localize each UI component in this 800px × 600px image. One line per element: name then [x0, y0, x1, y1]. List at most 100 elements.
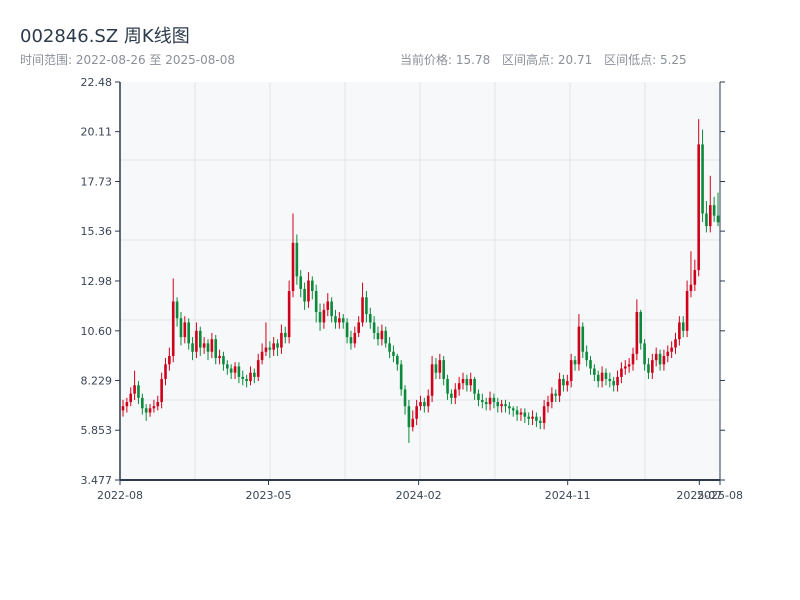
candle-body: [426, 395, 430, 407]
candle-body: [554, 393, 558, 396]
candle-body: [210, 339, 214, 352]
candle-body: [148, 408, 152, 413]
candle-body: [473, 378, 476, 394]
candle-body: [141, 397, 144, 409]
candle-body: [326, 301, 330, 310]
candle-body: [558, 378, 561, 396]
candle-body: [566, 381, 569, 386]
candle-body: [538, 420, 542, 423]
candle-body: [229, 368, 233, 373]
y-tick-label: 22.48: [81, 76, 113, 89]
candle-body: [415, 406, 418, 419]
candle-body: [716, 215, 720, 223]
candle-body: [291, 242, 295, 292]
candle-body: [465, 378, 469, 386]
candle-body: [206, 343, 210, 352]
candle-body: [631, 353, 635, 365]
candle-body: [643, 343, 646, 365]
candle-body: [697, 144, 700, 271]
candle-body: [515, 410, 519, 415]
candle-body: [500, 404, 503, 407]
candle-body: [334, 316, 337, 323]
candle-body: [446, 378, 449, 394]
candle-body: [314, 291, 318, 312]
candle-body: [322, 309, 326, 323]
candle-body: [392, 351, 395, 356]
candle-body: [488, 397, 492, 405]
candle-body: [596, 374, 600, 382]
x-tick-label: 2022-08: [97, 489, 143, 502]
candle-body: [253, 372, 256, 377]
candle-body: [589, 360, 592, 369]
candle-body: [195, 330, 198, 352]
candle-body: [276, 343, 279, 348]
x-tick-label: 2025-08: [697, 489, 743, 502]
x-tick-label: 2023-05: [246, 489, 292, 502]
candle-body: [307, 280, 310, 302]
candle-body: [283, 332, 287, 338]
candle-body: [453, 389, 457, 398]
candle-body: [469, 378, 473, 386]
candle-body: [685, 291, 689, 331]
candle-body: [450, 393, 453, 398]
candle-body: [164, 364, 167, 379]
candle-body: [361, 297, 364, 323]
candle-body: [585, 351, 588, 361]
candle-body: [573, 360, 577, 365]
candle-body: [708, 205, 712, 227]
candle-body: [670, 347, 673, 352]
y-tick-label: 5.853: [81, 424, 113, 437]
candle-body: [546, 402, 550, 407]
y-tick-label: 15.36: [81, 225, 113, 238]
candle-body: [457, 383, 461, 390]
candle-body: [222, 355, 225, 365]
candle-body: [249, 372, 252, 382]
candle-body: [264, 347, 268, 352]
candle-body: [396, 355, 399, 365]
candle-body: [600, 372, 604, 382]
y-tick-label: 8.229: [81, 374, 113, 387]
candle-body: [388, 343, 391, 352]
candle-body: [508, 406, 511, 409]
candle-body: [318, 311, 322, 323]
candle-body: [542, 406, 546, 423]
candle-body: [705, 213, 708, 227]
candle-body: [345, 322, 349, 338]
candle-body: [171, 301, 175, 356]
candle-body: [198, 330, 202, 348]
candle-body: [272, 343, 275, 350]
candle-body: [357, 322, 360, 333]
candle-body: [241, 376, 245, 379]
candle-body: [280, 332, 283, 348]
candle-body: [662, 355, 666, 365]
candle-body: [156, 402, 160, 407]
candle-body: [635, 311, 639, 354]
candle-body: [581, 326, 585, 352]
candle-body: [519, 412, 523, 415]
candle-body: [550, 393, 554, 403]
candle-body: [689, 284, 693, 292]
candle-body: [183, 322, 187, 338]
candle-body: [191, 343, 194, 352]
candle-body: [133, 385, 136, 394]
candle-body: [152, 406, 156, 409]
candle-body: [535, 416, 538, 421]
candle-body: [349, 337, 353, 344]
candle-body: [341, 318, 345, 323]
candle-body: [287, 291, 291, 338]
candle-body: [233, 366, 237, 373]
candle-body: [403, 389, 407, 407]
candle-body: [623, 366, 627, 369]
y-tick-label: 3.477: [81, 474, 113, 487]
candle-body: [226, 364, 229, 369]
candle-body: [701, 144, 704, 214]
candlestick-chart: 22.48 20.11 17.73 15.36 12.98 10.60 8.229 5.853…: [81, 76, 743, 502]
y-tick-label: 17.73: [81, 175, 113, 188]
y-tick-label: 20.11: [81, 126, 113, 139]
candle-body: [179, 318, 183, 338]
candle-body: [477, 393, 480, 400]
candle-body: [299, 276, 303, 289]
candle-body: [492, 397, 496, 403]
candle-body: [616, 376, 619, 386]
candle-body: [237, 366, 241, 377]
